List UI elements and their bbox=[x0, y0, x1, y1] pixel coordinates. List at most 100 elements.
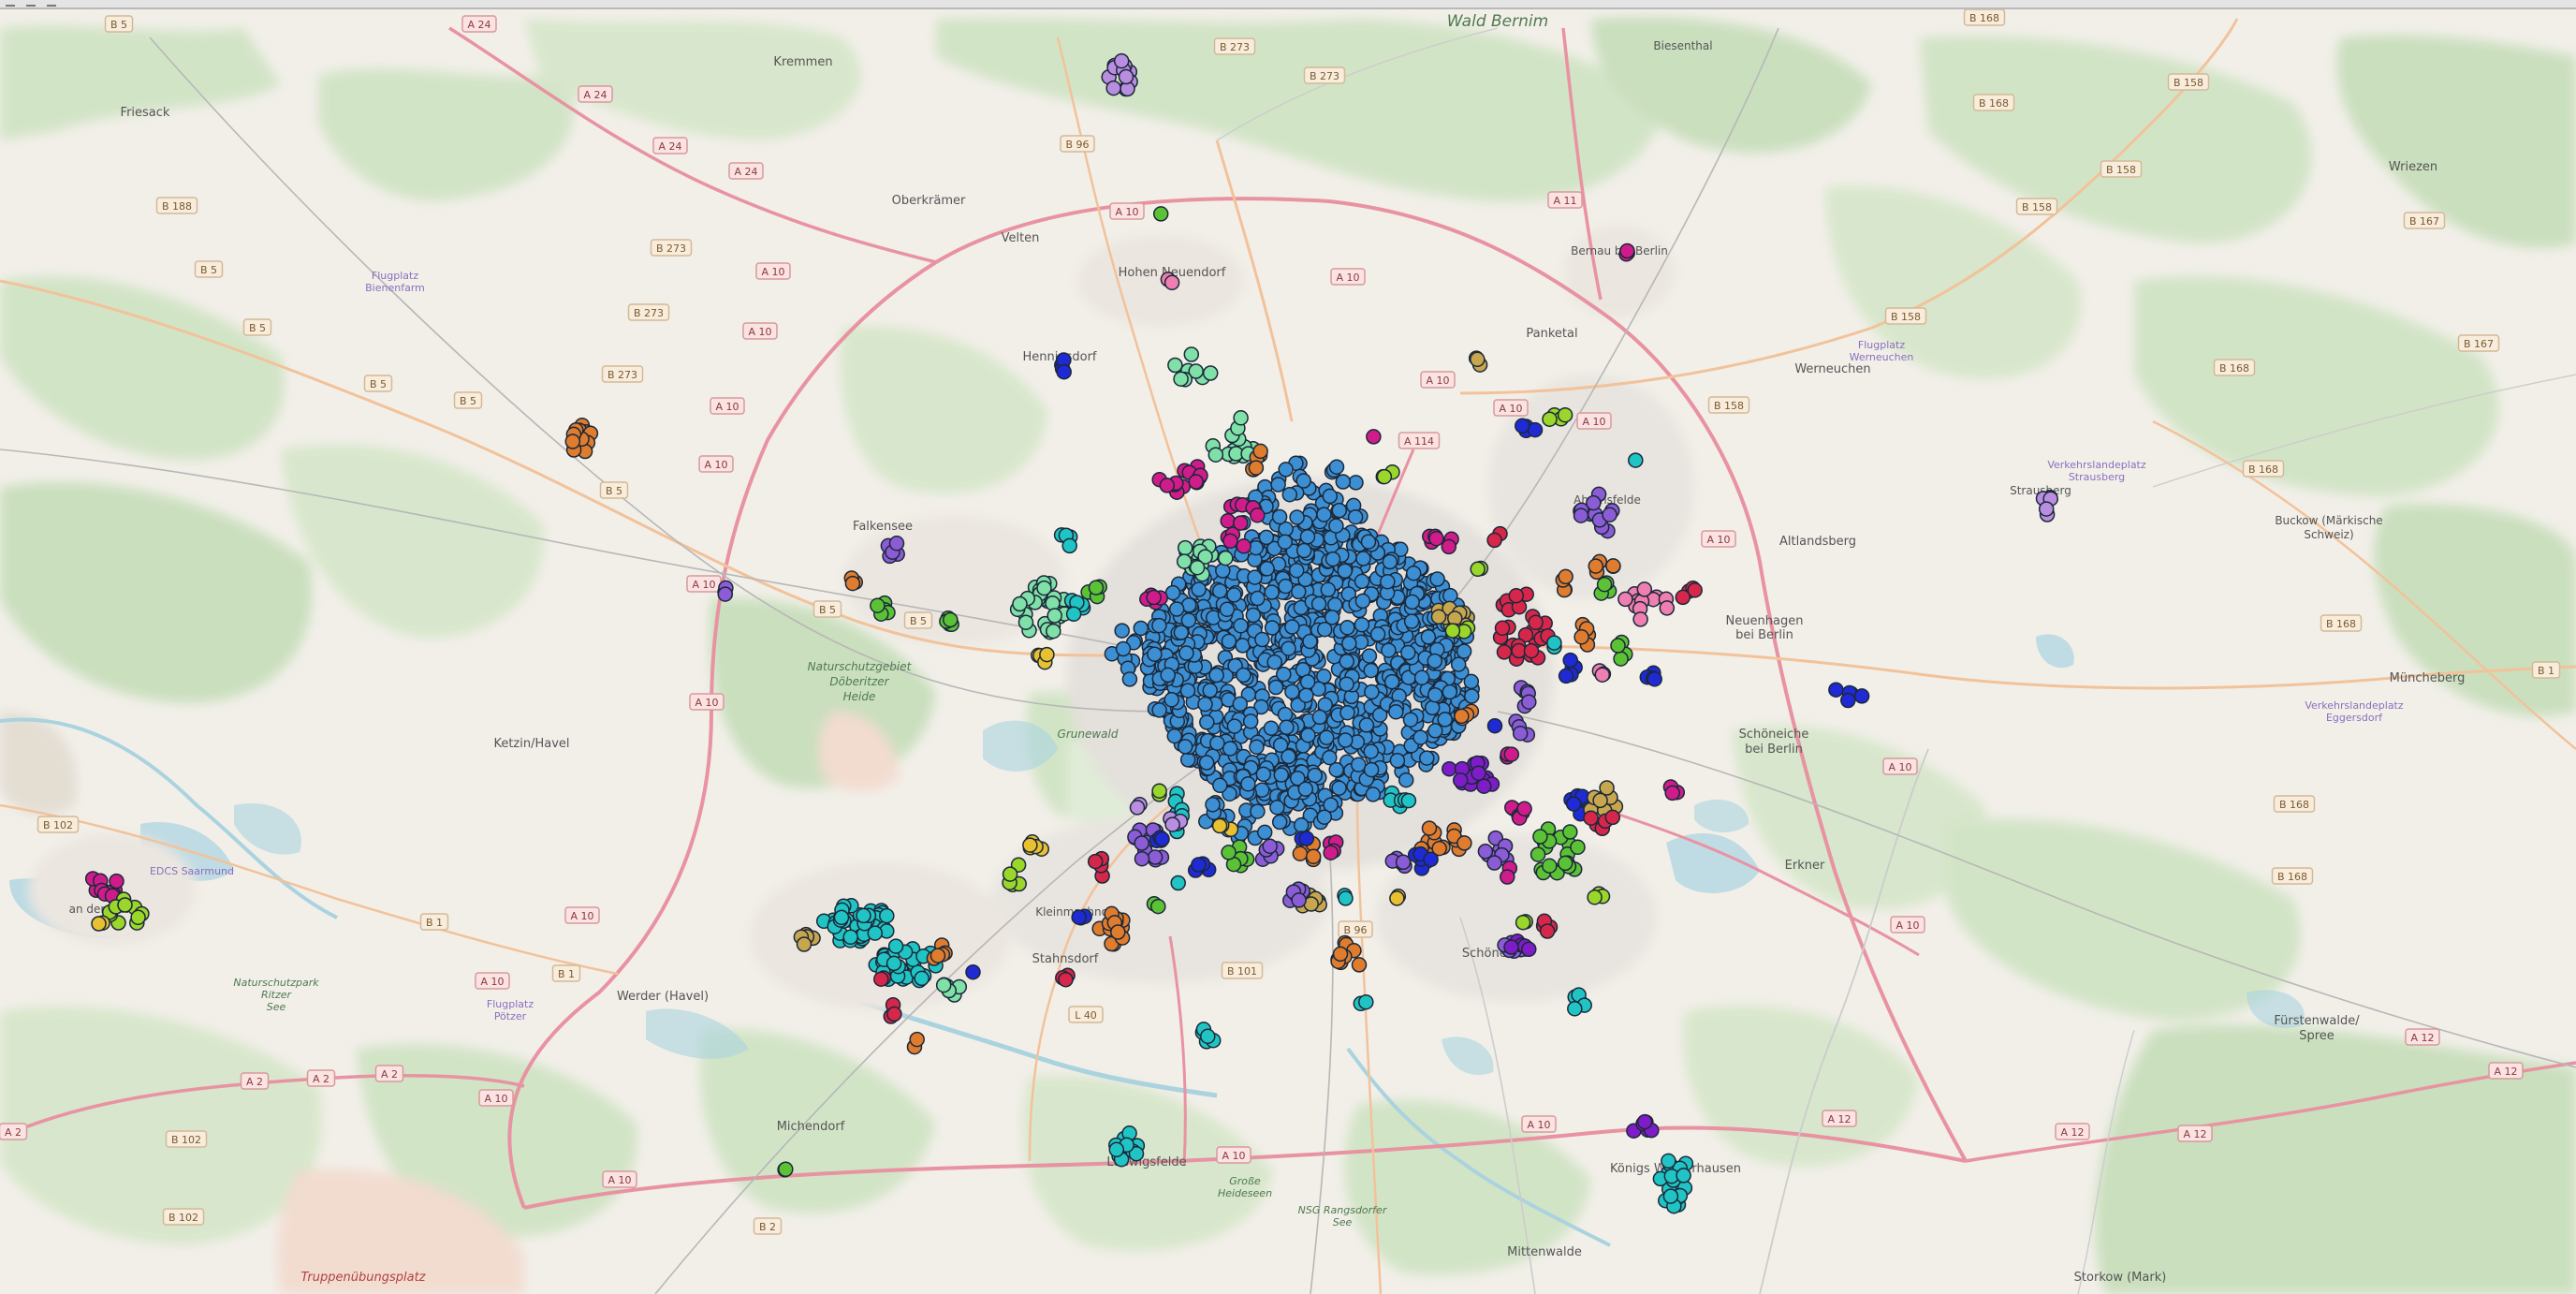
map-point[interactable] bbox=[1271, 508, 1288, 525]
map-point[interactable] bbox=[1636, 1113, 1653, 1130]
map-point[interactable] bbox=[91, 916, 107, 932]
map-point[interactable] bbox=[1288, 562, 1305, 579]
map-point[interactable] bbox=[1248, 460, 1265, 476]
map-point[interactable] bbox=[1628, 452, 1644, 468]
map-point[interactable] bbox=[1134, 850, 1150, 867]
map-point[interactable] bbox=[1328, 459, 1345, 475]
map-point[interactable] bbox=[1212, 777, 1228, 794]
map-point[interactable] bbox=[1413, 669, 1430, 686]
map-point[interactable] bbox=[1324, 610, 1340, 625]
map-point[interactable] bbox=[1151, 617, 1167, 634]
map-point[interactable] bbox=[1284, 619, 1300, 635]
map-point[interactable] bbox=[1613, 651, 1629, 667]
map-point[interactable] bbox=[1147, 849, 1164, 865]
map-point[interactable] bbox=[1557, 406, 1573, 423]
map-point[interactable] bbox=[1191, 857, 1207, 873]
map-point[interactable] bbox=[1264, 584, 1280, 600]
map-point[interactable] bbox=[1242, 713, 1259, 729]
map-point[interactable] bbox=[1360, 534, 1377, 550]
map-point[interactable] bbox=[1071, 909, 1087, 925]
map-point[interactable] bbox=[1527, 421, 1544, 438]
map-point[interactable] bbox=[1179, 752, 1196, 768]
map-point[interactable] bbox=[1262, 838, 1278, 855]
map-point[interactable] bbox=[1339, 676, 1354, 692]
map-point[interactable] bbox=[1420, 629, 1437, 645]
map-point[interactable] bbox=[1271, 814, 1288, 831]
map-point[interactable] bbox=[1404, 594, 1420, 610]
map-point[interactable] bbox=[1152, 206, 1169, 222]
map-point[interactable] bbox=[1017, 614, 1034, 630]
map-point[interactable] bbox=[1412, 729, 1428, 745]
cluster-lime[interactable] bbox=[1470, 560, 1489, 578]
map-point[interactable] bbox=[564, 434, 581, 449]
map-point[interactable] bbox=[1539, 923, 1556, 939]
map-point[interactable] bbox=[1211, 817, 1228, 834]
map-point[interactable] bbox=[1088, 580, 1105, 596]
map-point[interactable] bbox=[1587, 890, 1603, 905]
map-point[interactable] bbox=[1619, 243, 1635, 259]
map-point[interactable] bbox=[117, 897, 133, 913]
cluster-teal[interactable] bbox=[1337, 888, 1354, 906]
map-point[interactable] bbox=[1494, 620, 1511, 637]
map-point[interactable] bbox=[1596, 576, 1613, 593]
map-point[interactable] bbox=[1281, 486, 1298, 503]
map-point[interactable] bbox=[1177, 739, 1193, 755]
map-point[interactable] bbox=[1441, 538, 1457, 555]
cluster-navy[interactable] bbox=[965, 963, 981, 980]
map-point[interactable] bbox=[1322, 749, 1338, 766]
map-point[interactable] bbox=[1221, 845, 1237, 860]
map-point[interactable] bbox=[1424, 699, 1441, 716]
cluster-lime[interactable] bbox=[1515, 914, 1533, 931]
map-point[interactable] bbox=[1220, 513, 1236, 529]
map-point[interactable] bbox=[1515, 418, 1530, 434]
map-point[interactable] bbox=[1351, 957, 1368, 973]
cluster-gold[interactable] bbox=[1389, 888, 1407, 906]
map-point[interactable] bbox=[1276, 666, 1292, 683]
map-point[interactable] bbox=[1189, 559, 1206, 576]
map-point[interactable] bbox=[1388, 704, 1404, 720]
map-point[interactable] bbox=[1134, 835, 1149, 851]
map-point[interactable] bbox=[1307, 767, 1323, 784]
map-point[interactable] bbox=[929, 948, 946, 963]
map-point[interactable] bbox=[1361, 648, 1378, 664]
map-point[interactable] bbox=[833, 909, 850, 926]
map-point[interactable] bbox=[1389, 890, 1405, 906]
map-point[interactable] bbox=[2038, 501, 2055, 517]
map-point[interactable] bbox=[1503, 746, 1520, 762]
map-point[interactable] bbox=[1853, 688, 1870, 704]
map-point[interactable] bbox=[1405, 565, 1422, 581]
map-point[interactable] bbox=[1558, 568, 1573, 585]
map-point[interactable] bbox=[1419, 750, 1435, 766]
map-point[interactable] bbox=[1500, 869, 1515, 885]
map-point[interactable] bbox=[1277, 534, 1294, 551]
map-point[interactable] bbox=[1046, 623, 1061, 640]
map-point[interactable] bbox=[1470, 351, 1486, 368]
map-point[interactable] bbox=[1427, 723, 1443, 739]
map-point[interactable] bbox=[1205, 797, 1221, 813]
map-point[interactable] bbox=[1421, 820, 1438, 836]
map-point[interactable] bbox=[1532, 829, 1548, 845]
map-point[interactable] bbox=[1366, 429, 1382, 445]
map-point[interactable] bbox=[1302, 633, 1318, 650]
map-point[interactable] bbox=[1202, 365, 1219, 381]
map-point[interactable] bbox=[1546, 635, 1562, 651]
map-point[interactable] bbox=[1183, 346, 1200, 362]
map-point[interactable] bbox=[1676, 1168, 1691, 1184]
map-point[interactable] bbox=[1428, 530, 1444, 547]
cluster-navy[interactable] bbox=[1486, 717, 1503, 734]
map-point[interactable] bbox=[1221, 633, 1237, 650]
map-point[interactable] bbox=[1471, 765, 1486, 782]
map-point[interactable] bbox=[844, 575, 861, 592]
map-point[interactable] bbox=[914, 970, 929, 987]
map-point[interactable] bbox=[1250, 590, 1266, 607]
map-point[interactable] bbox=[1516, 801, 1532, 817]
map-point[interactable] bbox=[1215, 563, 1231, 579]
map-point[interactable] bbox=[1316, 809, 1333, 825]
cluster-navy[interactable] bbox=[1054, 352, 1072, 380]
map-point[interactable] bbox=[1586, 494, 1602, 511]
cluster-green[interactable] bbox=[939, 611, 959, 629]
map-point[interactable] bbox=[1108, 1141, 1125, 1158]
map-point[interactable] bbox=[1236, 667, 1251, 684]
map-point[interactable] bbox=[1133, 620, 1149, 637]
map-point[interactable] bbox=[1046, 608, 1062, 624]
